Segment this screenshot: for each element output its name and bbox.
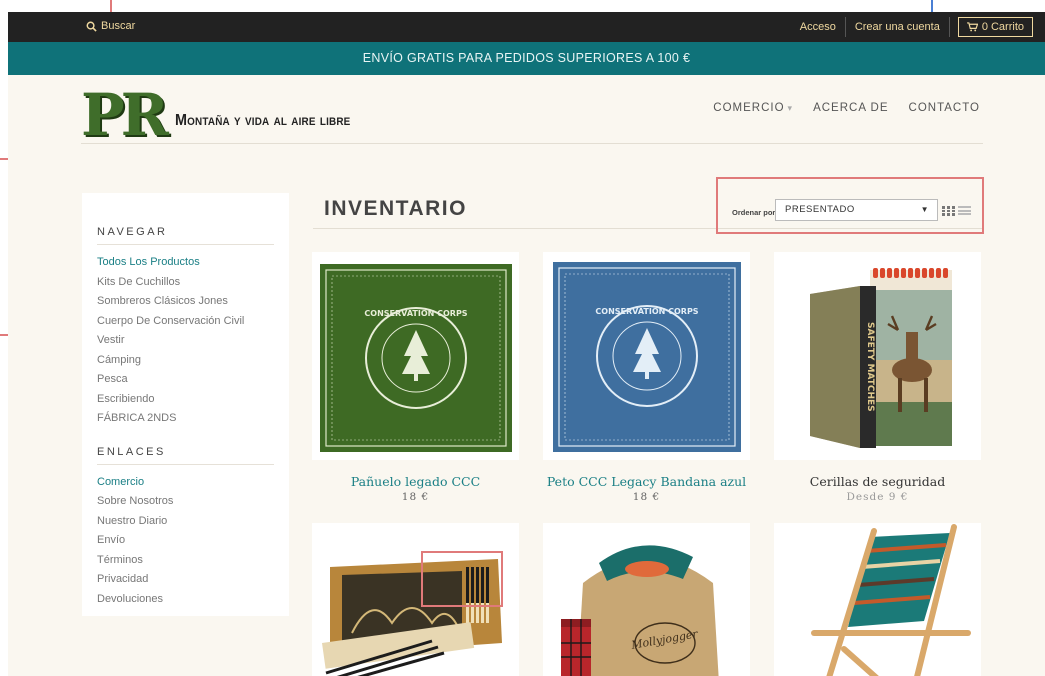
sidebar-item[interactable]: Sombreros Clásicos Jones bbox=[97, 292, 274, 312]
product-card[interactable]: Mollyjogger bbox=[543, 523, 750, 676]
sidebar-link[interactable]: Devoluciones bbox=[97, 590, 274, 610]
chair-image bbox=[774, 523, 981, 676]
sidebar-link[interactable]: Sobre Nosotros bbox=[97, 492, 274, 512]
sidebar-item[interactable]: Vestir bbox=[97, 331, 274, 351]
divider bbox=[948, 17, 950, 37]
search-link[interactable]: Buscar bbox=[86, 20, 135, 32]
sidebar-browse-list: Todos Los Productos Kits De Cuchillos So… bbox=[97, 253, 274, 429]
cart-button[interactable]: 0 Carrito bbox=[957, 17, 1033, 37]
register-link[interactable]: Crear una cuenta bbox=[846, 17, 949, 37]
product-image[interactable]: SAFETY MATCHES bbox=[774, 252, 981, 460]
product-card[interactable] bbox=[312, 523, 519, 676]
sidebar-item[interactable]: Pesca bbox=[97, 370, 274, 390]
main-nav: COMERCIO ▾ ACERCA DE CONTACTO bbox=[713, 102, 980, 114]
product-card[interactable] bbox=[774, 523, 981, 676]
page-title: INVENTARIO bbox=[324, 197, 467, 220]
bandana-image: CONSERVATION CORPS bbox=[312, 252, 519, 460]
sidebar: NAVEGAR Todos Los Productos Kits De Cuch… bbox=[82, 193, 289, 616]
product-card[interactable]: SAFETY MATCHES Cerillas de seguridad Des… bbox=[774, 252, 981, 512]
login-link[interactable]: Acceso bbox=[791, 17, 845, 37]
sidebar-item[interactable]: Cuerpo De Conservación Civil bbox=[97, 312, 274, 332]
logo-mark: PR bbox=[81, 81, 169, 149]
sort-label: Ordenar por bbox=[732, 208, 776, 217]
product-image[interactable] bbox=[312, 523, 519, 676]
annotation-line bbox=[931, 0, 933, 12]
annotation-line bbox=[110, 0, 112, 12]
bag-image: Mollyjogger bbox=[543, 523, 750, 676]
product-image[interactable]: CONSERVATION CORPS bbox=[543, 252, 750, 460]
sidebar-item[interactable]: Escribiendo bbox=[97, 390, 274, 410]
sidebar-item[interactable]: Cámping bbox=[97, 351, 274, 371]
cart-icon bbox=[966, 22, 978, 32]
sidebar-item[interactable]: FÁBRICA 2NDS bbox=[97, 409, 274, 429]
product-image[interactable]: Mollyjogger bbox=[543, 523, 750, 676]
sidebar-links-list: Comercio Sobre Nosotros Nuestro Diario E… bbox=[97, 473, 274, 610]
sort-value: PRESENTADO bbox=[785, 204, 855, 215]
browser-page: Buscar Acceso Crear una cuenta 0 Carrito… bbox=[8, 12, 1045, 676]
sidebar-item[interactable]: Kits De Cuchillos bbox=[97, 273, 274, 293]
product-image[interactable] bbox=[774, 523, 981, 676]
header-divider bbox=[81, 143, 983, 144]
box-label: SAFETY MATCHES bbox=[865, 322, 875, 412]
view-toggle bbox=[942, 206, 971, 216]
grid-view-icon[interactable] bbox=[942, 206, 955, 216]
sidebar-link[interactable]: Comercio bbox=[97, 473, 274, 493]
sidebar-item[interactable]: Todos Los Productos bbox=[97, 253, 274, 273]
sidebar-link[interactable]: Términos bbox=[97, 551, 274, 571]
product-name[interactable]: Peto CCC Legacy Bandana azul bbox=[543, 474, 750, 489]
site-logo[interactable]: PR Montaña y vida al aire libre bbox=[81, 81, 370, 149]
product-price: 18 € bbox=[632, 491, 661, 503]
chevron-down-icon: ▾ bbox=[787, 103, 794, 113]
account-links: Acceso Crear una cuenta 0 Carrito bbox=[791, 17, 1033, 37]
sidebar-link[interactable]: Nuestro Diario bbox=[97, 512, 274, 532]
sidebar-browse-title: NAVEGAR bbox=[97, 226, 274, 245]
nav-about[interactable]: ACERCA DE bbox=[813, 102, 888, 114]
cart-label: 0 Carrito bbox=[981, 21, 1024, 33]
product-image[interactable]: CONSERVATION CORPS bbox=[312, 252, 519, 460]
search-label: Buscar bbox=[101, 20, 136, 32]
sort-controls: Ordenar por PRESENTADO ▼ bbox=[716, 177, 984, 234]
search-icon bbox=[86, 21, 97, 32]
product-card[interactable]: CONSERVATION CORPS Peto CCC Legacy Banda… bbox=[543, 252, 750, 512]
product-name[interactable]: Cerillas de seguridad bbox=[774, 474, 981, 489]
bandana-badge-text: CONSERVATION CORPS bbox=[364, 309, 467, 318]
nav-contact[interactable]: CONTACTO bbox=[909, 102, 980, 114]
utility-bar: Buscar Acceso Crear una cuenta 0 Carrito bbox=[8, 12, 1045, 42]
product-name[interactable]: Pañuelo legado CCC bbox=[312, 474, 519, 489]
sidebar-links-title: ENLACES bbox=[97, 446, 274, 465]
chevron-down-icon: ▼ bbox=[920, 205, 929, 214]
bandana-image: CONSERVATION CORPS bbox=[543, 252, 750, 460]
product-card[interactable]: CONSERVATION CORPS Pañuelo legado CCC 18… bbox=[312, 252, 519, 512]
matches-image: SAFETY MATCHES bbox=[774, 252, 981, 460]
bandana-badge-text: CONSERVATION CORPS bbox=[595, 307, 698, 316]
sort-select[interactable]: PRESENTADO ▼ bbox=[775, 199, 938, 221]
nav-shop-label: COMERCIO bbox=[713, 102, 785, 114]
product-price: 18 € bbox=[401, 491, 430, 503]
list-view-icon[interactable] bbox=[958, 206, 971, 215]
nav-shop[interactable]: COMERCIO ▾ bbox=[713, 102, 793, 114]
product-price: Desde 9 € bbox=[846, 491, 909, 503]
sidebar-link[interactable]: Envío bbox=[97, 531, 274, 551]
logo-tagline: Montaña y vida al aire libre bbox=[174, 112, 351, 129]
match-box-image bbox=[312, 523, 519, 676]
sidebar-link[interactable]: Privacidad bbox=[97, 570, 274, 590]
promo-banner: ENVÍO GRATIS PARA PEDIDOS SUPERIORES A 1… bbox=[8, 42, 1045, 75]
